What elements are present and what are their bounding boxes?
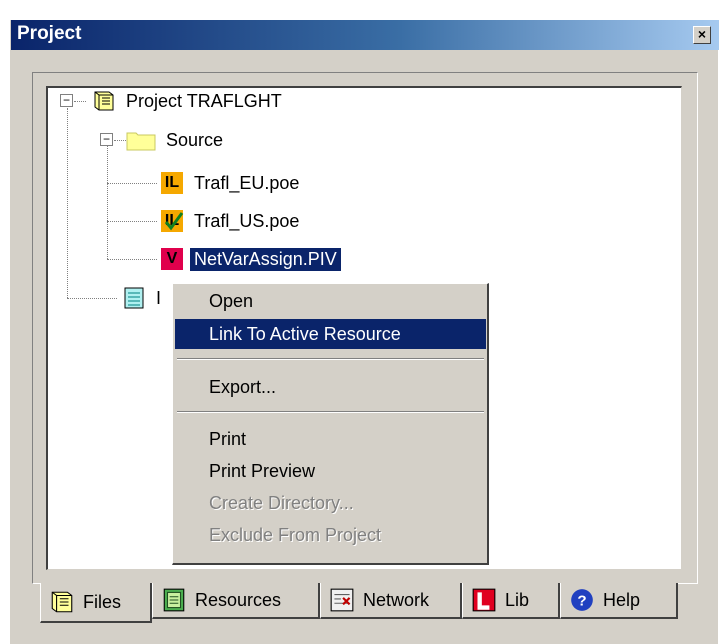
tree-node-label: Source [166, 129, 224, 150]
menu-item-create-directory[interactable]: Create Directory... [175, 488, 486, 518]
svg-text:?: ? [577, 592, 586, 609]
title-bar[interactable]: Project × [11, 20, 719, 50]
expander-root[interactable]: − [60, 94, 73, 107]
menu-item-print-preview[interactable]: Print Preview [175, 456, 486, 486]
menu-item-exclude-from-project[interactable]: Exclude From Project [175, 520, 486, 550]
tab-help[interactable]: ? Help [560, 583, 678, 619]
tree-line [74, 101, 86, 102]
project-book-icon [92, 89, 116, 113]
network-icon [329, 587, 355, 613]
tree-line [67, 298, 117, 299]
menu-separator [177, 358, 484, 360]
tab-label: Network [363, 589, 430, 610]
tab-files[interactable]: Files [40, 583, 152, 623]
tree-line [107, 221, 157, 222]
tree-node-label: Trafl_EU.poe [194, 172, 300, 193]
tab-network[interactable]: Network [320, 583, 462, 619]
tree-line [67, 108, 68, 298]
tab-resources[interactable]: Resources [152, 583, 320, 619]
tree-node-label: Project TRAFLGHT [126, 90, 282, 111]
v-file-icon: V [160, 247, 184, 271]
menu-item-export[interactable]: Export... [175, 372, 486, 402]
tab-lib[interactable]: Lib [462, 583, 560, 619]
tree-node-file[interactable]: IL Trafl_EU.poe [160, 169, 303, 197]
help-icon: ? [569, 587, 595, 613]
v-badge: V [161, 248, 183, 270]
close-button[interactable]: × [693, 26, 711, 44]
il-verified-file-icon: IL [160, 209, 184, 233]
tree-node-source[interactable]: Source [126, 126, 227, 154]
tree-line [107, 259, 157, 260]
checkmark-icon [164, 212, 184, 231]
il-file-icon: IL [160, 171, 184, 195]
tree-node-label: I [156, 287, 162, 308]
menu-separator [177, 411, 484, 413]
tree-node-file[interactable]: IL Trafl_US.poe [160, 207, 303, 235]
lib-icon [471, 587, 497, 613]
menu-item-link-to-active-resource[interactable]: Link To Active Resource [175, 319, 486, 349]
folder-icon [126, 128, 156, 152]
tree-node-label-selected: NetVarAssign.PIV [190, 247, 341, 271]
expander-source[interactable]: − [100, 133, 113, 146]
tree-node-label: Trafl_US.poe [194, 210, 300, 231]
menu-item-open[interactable]: Open [175, 286, 486, 316]
tab-label: Resources [195, 589, 282, 610]
tab-label: Help [603, 589, 641, 610]
tree-node-document[interactable]: I [122, 284, 165, 312]
tab-label: Lib [505, 589, 530, 610]
close-icon: × [697, 26, 707, 42]
tree-line [107, 145, 108, 259]
context-menu: Open Link To Active Resource Export... P… [172, 283, 489, 565]
window-title: Project [17, 23, 82, 44]
il-badge: IL [161, 172, 183, 194]
tree-node-file[interactable]: V NetVarAssign.PIV [160, 245, 341, 273]
tree-line [114, 140, 126, 141]
tab-label: Files [83, 591, 122, 612]
document-icon [122, 286, 146, 310]
menu-item-print[interactable]: Print [175, 424, 486, 454]
tree-line [107, 183, 157, 184]
files-book-icon [49, 589, 75, 615]
tree-node-project[interactable]: Project TRAFLGHT [92, 87, 286, 115]
resources-icon [161, 587, 187, 613]
